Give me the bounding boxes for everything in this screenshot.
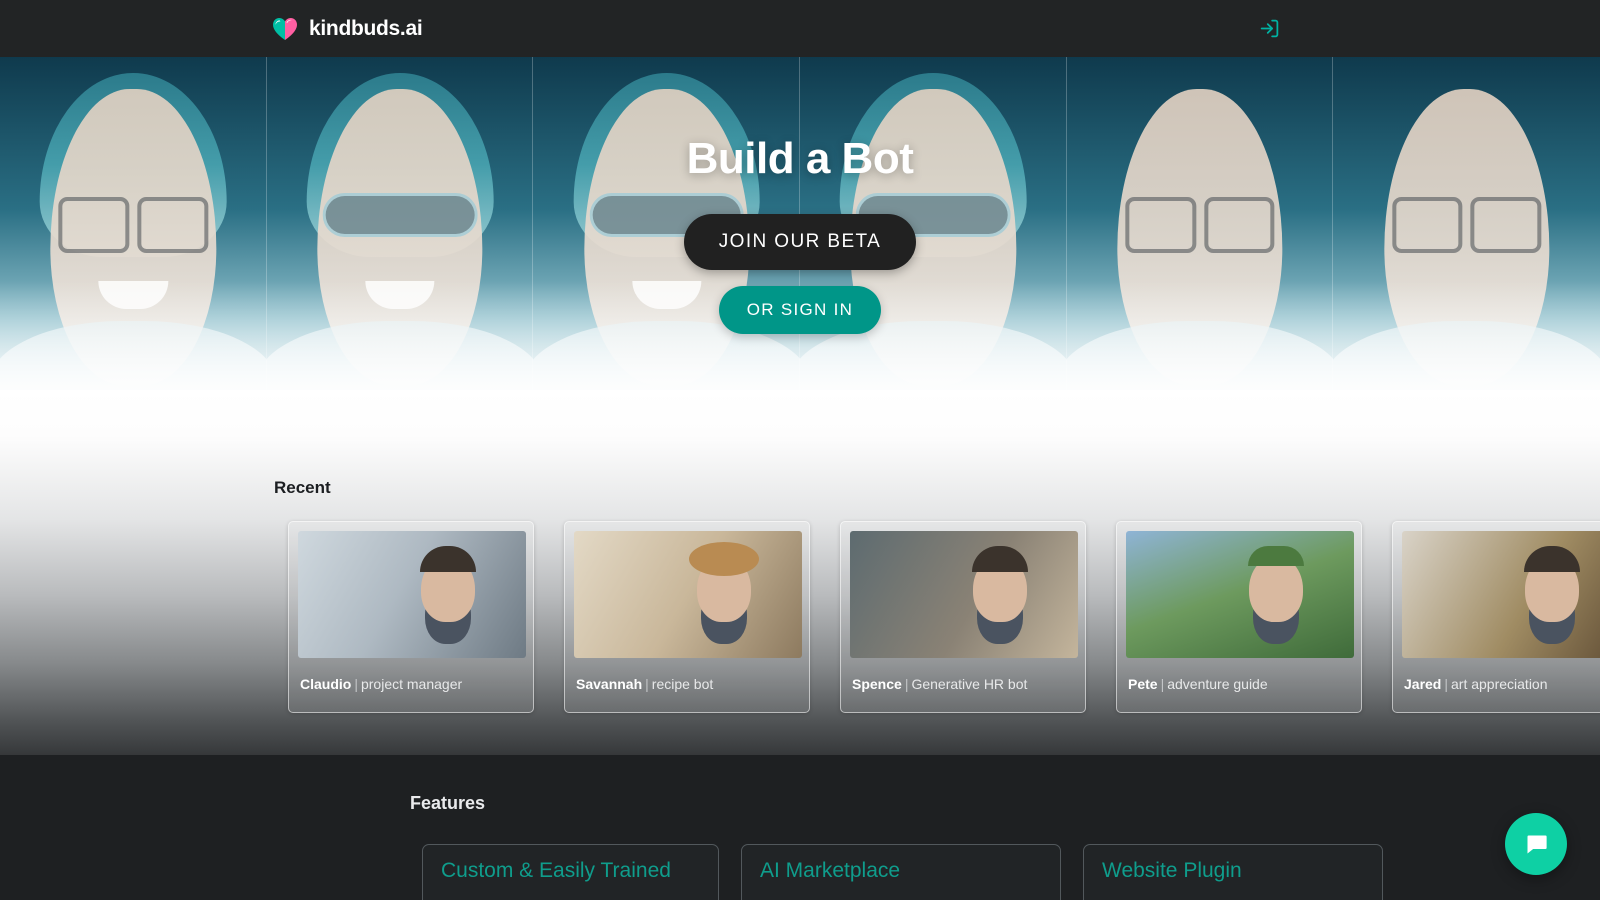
bot-card-jared[interactable]: Jared | art appreciation: [1392, 521, 1600, 713]
caption-separator: |: [904, 676, 909, 692]
bot-thumbnail: [574, 531, 802, 658]
caption-separator: |: [354, 676, 358, 692]
login-button[interactable]: [1249, 9, 1289, 49]
features-row: Custom & Easily Trained AI Marketplace W…: [422, 844, 1383, 900]
thumbnail-scene: [850, 531, 1078, 658]
bot-thumbnail: [1126, 531, 1354, 658]
feature-label: Custom & Easily Trained: [441, 859, 671, 882]
bot-card-pete[interactable]: Pete | adventure guide: [1116, 521, 1362, 713]
bot-caption: Jared | art appreciation: [1402, 676, 1600, 692]
features-heading: Features: [410, 793, 486, 813]
avatar-portrait: [1249, 556, 1304, 623]
bot-caption: Savannah | recipe bot: [574, 676, 800, 692]
recent-heading: Recent: [274, 478, 331, 497]
bot-card-spence[interactable]: Spence | Generative HR bot: [840, 521, 1086, 713]
bot-card-savannah[interactable]: Savannah | recipe bot: [564, 521, 810, 713]
bot-thumbnail: [298, 531, 526, 658]
chat-button[interactable]: [1505, 813, 1567, 875]
bot-caption: Pete | adventure guide: [1126, 676, 1352, 692]
login-icon: [1260, 19, 1278, 38]
top-navbar: kindbuds.ai: [0, 0, 1600, 57]
brand-logo[interactable]: kindbuds.ai: [272, 16, 423, 41]
bot-name: Spence: [852, 676, 902, 692]
bot-thumbnail: [1402, 531, 1600, 658]
bot-role: art appreciation: [1451, 676, 1548, 692]
bot-name: Pete: [1128, 676, 1158, 692]
recent-cards-row[interactable]: Claudio | project manager Savannah | recipe …: [288, 521, 1600, 713]
landing-page: kindbuds.ai Build a Bot JOIN OUR BETA OR…: [0, 0, 1600, 900]
avatar-portrait: [697, 556, 752, 623]
features-section: Features Custom & Easily Trained AI Mark…: [0, 755, 1600, 900]
feature-card-custom-trained[interactable]: Custom & Easily Trained: [422, 844, 719, 900]
brand-name: kindbuds.ai: [309, 16, 423, 40]
bot-role: recipe bot: [651, 676, 714, 692]
bot-role: adventure guide: [1167, 676, 1268, 692]
caption-separator: |: [1160, 676, 1165, 692]
bot-name: Claudio: [300, 676, 352, 692]
thumbnail-scene: [574, 531, 802, 658]
chat-bubble-icon: [1527, 835, 1547, 853]
bot-name: Jared: [1404, 676, 1442, 692]
bot-card-claudio[interactable]: Claudio | project manager: [288, 521, 534, 713]
bot-thumbnail: [850, 531, 1078, 658]
bot-name: Savannah: [576, 676, 643, 692]
heart-logo-icon: [273, 17, 297, 40]
hero-title: Build a Bot: [686, 134, 914, 183]
thumbnail-scene: [1126, 531, 1354, 658]
caption-separator: |: [645, 676, 649, 692]
bot-caption: Spence | Generative HR bot: [850, 676, 1076, 692]
bot-caption: Claudio | project manager: [298, 676, 524, 692]
feature-label: Website Plugin: [1102, 859, 1242, 882]
feature-label: AI Marketplace: [760, 859, 901, 882]
feature-card-website-plugin[interactable]: Website Plugin: [1083, 844, 1383, 900]
bot-role: Generative HR bot: [911, 676, 1028, 692]
caption-separator: |: [1444, 676, 1448, 692]
bot-role: project manager: [360, 676, 463, 692]
navbar-actions: [1249, 9, 1289, 49]
thumbnail-scene: [298, 531, 526, 658]
join-beta-button[interactable]: JOIN OUR BETA: [683, 214, 917, 270]
avatar-portrait: [421, 556, 476, 623]
avatar-portrait: [973, 556, 1028, 623]
sign-in-button[interactable]: OR SIGN IN: [718, 286, 882, 334]
avatar-portrait: [1525, 556, 1580, 623]
feature-card-ai-marketplace[interactable]: AI Marketplace: [741, 844, 1061, 900]
